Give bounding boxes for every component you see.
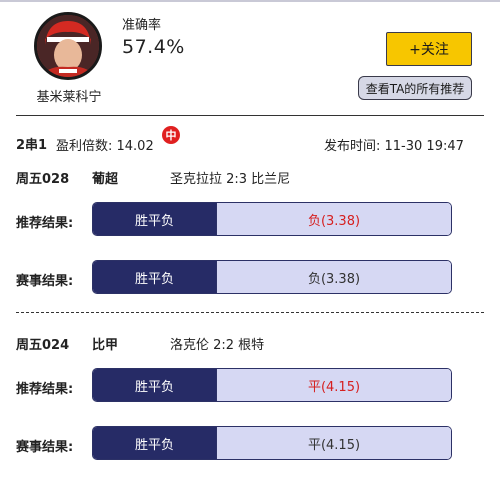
publish-time: 发布时间: 11-30 19:47 — [324, 139, 464, 154]
recommend-value: 平(4.15) — [216, 369, 451, 401]
match-divider — [16, 312, 484, 313]
recommend-result-label: 推荐结果: — [16, 382, 74, 397]
accuracy-value: 57.4% — [122, 36, 185, 58]
profit-odds: 盈利倍数: 14.02 — [56, 139, 154, 154]
top-border — [0, 0, 500, 2]
match-number: 周五028 — [16, 172, 70, 187]
match-teams-score: 圣克拉拉 2:3 比兰尼 — [170, 172, 291, 187]
match-result-label: 赛事结果: — [16, 274, 74, 289]
view-all-recommendations-button[interactable]: 查看TA的所有推荐 — [358, 76, 472, 100]
result-value: 负(3.38) — [216, 261, 451, 293]
username: 基米莱科宁 — [36, 90, 102, 105]
recommend-result-label: 推荐结果: — [16, 216, 74, 231]
bet-type: 胜平负 — [93, 427, 216, 459]
bet-type: 胜平负 — [93, 261, 216, 293]
match-result-bar: 胜平负 平(4.15) — [92, 426, 452, 460]
recommend-result-bar: 胜平负 负(3.38) — [92, 202, 452, 236]
match-teams-score: 洛克伦 2:2 根特 — [170, 338, 265, 353]
avatar-portrait-icon — [37, 15, 99, 77]
parlay-type: 2串1 — [16, 138, 48, 153]
avatar[interactable] — [34, 12, 102, 80]
result-value: 平(4.15) — [216, 427, 451, 459]
league-name: 比甲 — [92, 338, 119, 353]
match-result-label: 赛事结果: — [16, 440, 74, 455]
follow-button[interactable]: +关注 — [386, 32, 472, 66]
header-divider — [16, 115, 484, 116]
recommend-value: 负(3.38) — [216, 203, 451, 235]
match-number: 周五024 — [16, 338, 70, 353]
bet-type: 胜平负 — [93, 369, 216, 401]
match-result-bar: 胜平负 负(3.38) — [92, 260, 452, 294]
hit-badge: 中 — [162, 126, 180, 144]
league-name: 葡超 — [92, 172, 119, 187]
recommend-result-bar: 胜平负 平(4.15) — [92, 368, 452, 402]
bet-type: 胜平负 — [93, 203, 216, 235]
accuracy-label: 准确率 — [122, 18, 162, 33]
